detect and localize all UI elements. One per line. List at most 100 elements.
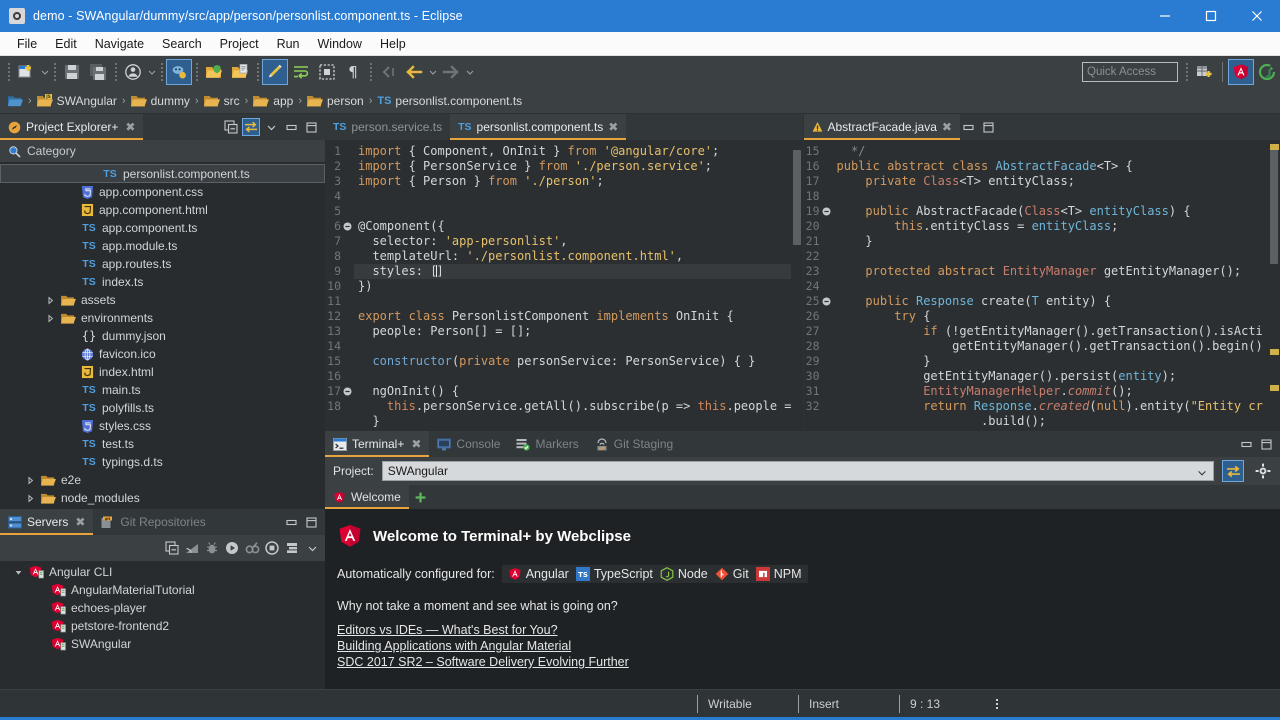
tree-item[interactable]: echoes-player [0, 599, 325, 617]
save-all-icon[interactable] [85, 59, 111, 85]
fold-toggle-icon[interactable] [822, 207, 831, 216]
tree-item[interactable]: favicon.ico [0, 345, 325, 363]
maximize-icon[interactable] [302, 118, 320, 136]
breadcrumb-item-src[interactable]: src [204, 94, 240, 108]
menu-item-run[interactable]: Run [268, 35, 309, 53]
angular-perspective-icon[interactable] [1228, 59, 1254, 85]
back-arrow-icon[interactable] [401, 59, 427, 85]
breadcrumb-item-file[interactable]: TS personlist.component.ts [377, 94, 522, 108]
code-view-left[interactable]: 123456789101112131415161718 import { Com… [325, 140, 803, 431]
minimize-icon[interactable] [1237, 435, 1255, 453]
tab-markers[interactable]: Markers [508, 431, 586, 457]
tree-item[interactable]: {}dummy.json [0, 327, 325, 345]
tree-item[interactable]: app.component.css [0, 183, 325, 201]
back-dropdown[interactable] [427, 68, 438, 76]
fold-toggle-icon[interactable] [343, 387, 352, 396]
tab-project-explorer[interactable]: Project Explorer+ ✖ [0, 114, 143, 140]
user-profile-icon[interactable] [120, 59, 146, 85]
tree-item[interactable]: node_modules [0, 489, 325, 507]
close-tab-icon[interactable]: ✖ [75, 515, 85, 529]
stop-icon[interactable] [263, 539, 281, 557]
expand-arrow-icon[interactable] [24, 494, 36, 503]
expand-arrow-icon[interactable] [44, 314, 56, 323]
code-view-right[interactable]: 151617181920212223242526272829303132 */p… [804, 140, 1280, 431]
open-file-icon[interactable] [227, 59, 253, 85]
tab-git-repositories[interactable]: git Git Repositories [93, 509, 213, 535]
link-with-editor-icon[interactable] [242, 118, 260, 136]
scrollbar-thumb[interactable] [1270, 144, 1278, 264]
open-folder-green-icon[interactable] [201, 59, 227, 85]
tree-item[interactable]: TSapp.module.ts [0, 237, 325, 255]
collapse-all-icon[interactable] [163, 539, 181, 557]
view-menu-icon[interactable] [262, 118, 280, 136]
debug-bug-icon[interactable] [203, 539, 221, 557]
tab-servers[interactable]: Servers ✖ [0, 509, 93, 535]
scrollbar-thumb[interactable] [793, 150, 801, 245]
menu-item-edit[interactable]: Edit [46, 35, 86, 53]
menu-item-file[interactable]: File [8, 35, 46, 53]
breadcrumb-item-dummy[interactable]: dummy [131, 94, 190, 108]
overview-marker[interactable] [1270, 385, 1279, 391]
tab-git-staging[interactable]: git Git Staging [587, 431, 681, 457]
breadcrumb-item-project[interactable]: JS SWAngular [37, 94, 117, 108]
maximize-icon[interactable] [302, 513, 320, 531]
tree-item[interactable]: index.html [0, 363, 325, 381]
back-history-icon[interactable] [375, 59, 401, 85]
welcome-link[interactable]: SDC 2017 SR2 – Software Delivery Evolvin… [337, 655, 1280, 669]
tree-item[interactable]: AngularMaterialTutorial [0, 581, 325, 599]
edit-pencil-icon[interactable] [262, 59, 288, 85]
tree-item[interactable]: assets [0, 291, 325, 309]
breadcrumb-item-root[interactable] [8, 94, 23, 108]
terminal-tab-welcome[interactable]: Welcome [325, 485, 409, 509]
new-wizard-dropdown[interactable] [39, 68, 50, 76]
close-button[interactable] [1234, 0, 1280, 32]
tree-item[interactable]: TSapp.component.ts [0, 219, 325, 237]
wrap-lines-icon[interactable] [288, 59, 314, 85]
paragraph-marks-icon[interactable]: ¶ [340, 59, 366, 85]
fold-toggle-icon[interactable] [822, 297, 831, 306]
project-explorer-search[interactable]: Category [0, 140, 325, 162]
publish-icon[interactable] [183, 539, 201, 557]
start-icon[interactable] [223, 539, 241, 557]
minimize-icon[interactable] [960, 118, 978, 136]
server-config-icon[interactable] [283, 539, 301, 557]
menu-item-navigate[interactable]: Navigate [86, 35, 153, 53]
forward-arrow-icon[interactable] [438, 59, 464, 85]
maximize-icon[interactable] [980, 118, 998, 136]
tree-item[interactable]: petstore-frontend2 [0, 617, 325, 635]
project-select[interactable]: SWAngular [382, 461, 1214, 481]
maximize-icon[interactable] [1257, 435, 1275, 453]
tree-item[interactable]: TStypings.d.ts [0, 453, 325, 471]
menu-item-help[interactable]: Help [371, 35, 415, 53]
editor-scrollbar-left[interactable] [791, 140, 803, 431]
menu-item-project[interactable]: Project [211, 35, 268, 53]
overview-marker[interactable] [1270, 349, 1279, 355]
expand-arrow-icon[interactable] [44, 296, 56, 305]
overview-marker[interactable] [1270, 144, 1279, 150]
editor-tab-personlist-component[interactable]: TS personlist.component.ts ✖ [450, 114, 626, 140]
close-tab-icon[interactable]: ✖ [608, 120, 618, 134]
collapse-all-icon[interactable] [222, 118, 240, 136]
overflow-menu-icon[interactable] [980, 699, 1014, 709]
minimize-icon[interactable] [282, 118, 300, 136]
collapse-arrow-icon[interactable] [12, 568, 24, 577]
breadcrumb-item-person[interactable]: person [307, 94, 364, 108]
close-tab-icon[interactable]: ✖ [411, 437, 421, 451]
profile-icon[interactable] [243, 539, 261, 557]
debug-icon[interactable] [166, 59, 192, 85]
welcome-link[interactable]: Editors vs IDEs — What's Best for You? [337, 623, 1280, 637]
tree-item[interactable]: TSpersonlist.component.ts [0, 164, 325, 183]
servers-tree[interactable]: Angular CLIAngularMaterialTutorialechoes… [0, 561, 325, 689]
quick-access-input[interactable]: Quick Access [1082, 62, 1178, 82]
tree-item[interactable]: styles.css [0, 417, 325, 435]
editor-tab-abstractfacade[interactable]: AbstractFacade.java ✖ [804, 114, 960, 140]
tree-item[interactable]: environments [0, 309, 325, 327]
fold-toggle-icon[interactable] [343, 222, 352, 231]
tree-item[interactable]: SWAngular [0, 635, 325, 653]
tab-terminal-plus[interactable]: Terminal+ ✖ [325, 431, 429, 457]
view-menu-icon[interactable] [303, 539, 321, 557]
code-text[interactable]: */public abstract class AbstractFacade<T… [833, 140, 1280, 431]
tree-item[interactable]: TSindex.ts [0, 273, 325, 291]
welcome-link[interactable]: Building Applications with Angular Mater… [337, 639, 1280, 653]
javascript-perspective-icon[interactable] [1254, 59, 1280, 85]
